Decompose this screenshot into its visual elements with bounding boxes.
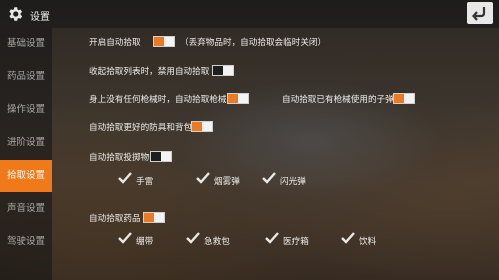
return-arrow-icon <box>472 7 486 21</box>
gear-icon <box>9 7 23 21</box>
collapse-list-toggle[interactable] <box>212 65 234 76</box>
top-bar: 设置 <box>0 0 499 28</box>
sidebar: 基础设置 药品设置 操作设置 进阶设置 拾取设置 声音设置 驾驶设置 <box>0 28 52 280</box>
auto-gun-label: 身上没有任何枪械时，自动拾取枪械 <box>89 95 227 105</box>
medicine-option-drink: 饮料 <box>359 237 377 247</box>
auto-pickup-label: 开启自动拾取 <box>89 38 141 48</box>
medicine-option-medkit: 医疗箱 <box>283 237 309 247</box>
checkmark-icon[interactable] <box>265 232 279 244</box>
auto-medicine-label: 自动拾取药品 <box>89 214 141 224</box>
throwable-option-smoke: 烟雾弹 <box>214 177 240 187</box>
auto-ammo-label: 自动拾取已有枪械使用的子弹 <box>282 95 394 105</box>
sidebar-item-controls[interactable]: 操作设置 <box>0 94 52 126</box>
checkmark-icon[interactable] <box>196 172 210 184</box>
sidebar-item-pickup[interactable]: 拾取设置 <box>0 160 52 192</box>
auto-ammo-toggle[interactable] <box>393 93 415 104</box>
sidebar-item-driving[interactable]: 驾驶设置 <box>0 226 52 258</box>
checkmark-icon[interactable] <box>262 172 276 184</box>
checkmark-icon[interactable] <box>186 232 200 244</box>
auto-armor-label: 自动拾取更好的防具和背包 <box>89 123 193 133</box>
medicine-option-first-aid: 急救包 <box>204 237 230 247</box>
back-button[interactable] <box>467 2 493 24</box>
throwable-option-grenade: 手雷 <box>136 177 154 187</box>
auto-throwables-label: 自动拾取投掷物 <box>89 153 150 163</box>
sidebar-item-sound[interactable]: 声音设置 <box>0 193 52 225</box>
auto-armor-toggle[interactable] <box>191 121 213 132</box>
checkmark-icon[interactable] <box>118 232 132 244</box>
auto-medicine-toggle[interactable] <box>143 212 165 223</box>
checkmark-icon[interactable] <box>341 232 355 244</box>
auto-throwables-toggle[interactable] <box>150 151 172 162</box>
auto-pickup-hint: （丢弃物品时，自动拾取会临时关闭） <box>180 38 327 48</box>
page-title: 设置 <box>30 12 50 23</box>
auto-gun-toggle[interactable] <box>227 93 249 104</box>
sidebar-item-medicine[interactable]: 药品设置 <box>0 61 52 93</box>
collapse-list-label: 收起拾取列表时，禁用自动拾取 <box>89 67 210 77</box>
auto-pickup-toggle[interactable] <box>153 36 175 47</box>
sidebar-item-basic[interactable]: 基础设置 <box>0 28 52 60</box>
medicine-option-bandage: 绷带 <box>136 237 154 247</box>
checkmark-icon[interactable] <box>118 172 132 184</box>
sidebar-item-advanced[interactable]: 进阶设置 <box>0 127 52 159</box>
throwable-option-flash: 闪光弹 <box>280 177 306 187</box>
